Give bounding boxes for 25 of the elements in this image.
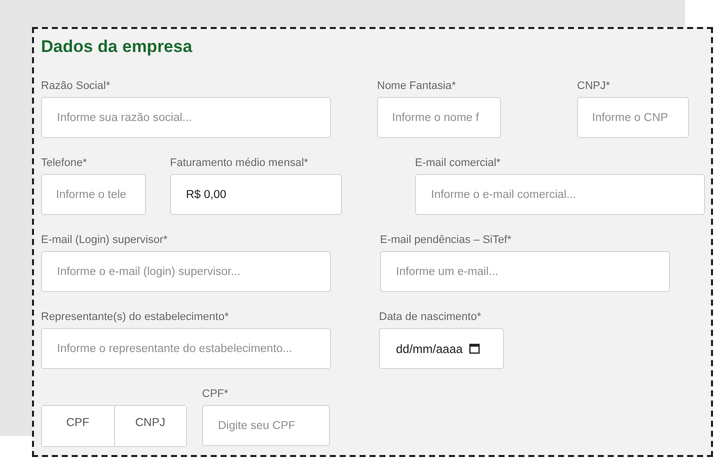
input-field[interactable]: R$ 0,00: [170, 174, 342, 215]
input-field[interactable]: Informe o CNP: [577, 97, 689, 138]
input-field[interactable]: Informe um e-mail...: [380, 251, 670, 292]
field-label: Representante(s) do estabelecimento*: [41, 310, 230, 324]
field-label: CNPJ*: [577, 79, 612, 93]
field-label: Nome Fantasia*: [377, 79, 457, 93]
field-label: E-mail pendências – SiTef*: [380, 233, 512, 247]
input-field[interactable]: Digite seu CPF: [202, 405, 330, 446]
calendar-icon[interactable]: [468, 343, 480, 354]
section-title: Dados da empresa: [41, 37, 194, 57]
field-label: CPF*: [202, 387, 230, 401]
date-field[interactable]: dd/mm/aaaa: [379, 328, 504, 369]
input-field[interactable]: Informe o nome f: [377, 97, 501, 138]
input-field[interactable]: Informe sua razão social...: [41, 97, 331, 138]
field-label: Data de nascimento*: [379, 310, 482, 324]
input-field[interactable]: Informe o tele: [41, 174, 146, 215]
field-label: Razão Social*: [41, 79, 112, 93]
toggle-option[interactable]: CNPJ: [114, 406, 186, 446]
input-field[interactable]: Informe o e-mail (login) supervisor...: [41, 251, 331, 292]
input-field[interactable]: Informe o representante do estabelecimento...: [41, 328, 331, 369]
field-label: Faturamento médio mensal*: [170, 156, 310, 170]
field-label: Telefone*: [41, 156, 88, 170]
field-label: E-mail (Login) supervisor*: [41, 233, 169, 247]
field-label: E-mail comercial*: [415, 156, 502, 170]
input-field[interactable]: Informe o e-mail comercial...: [415, 174, 705, 215]
